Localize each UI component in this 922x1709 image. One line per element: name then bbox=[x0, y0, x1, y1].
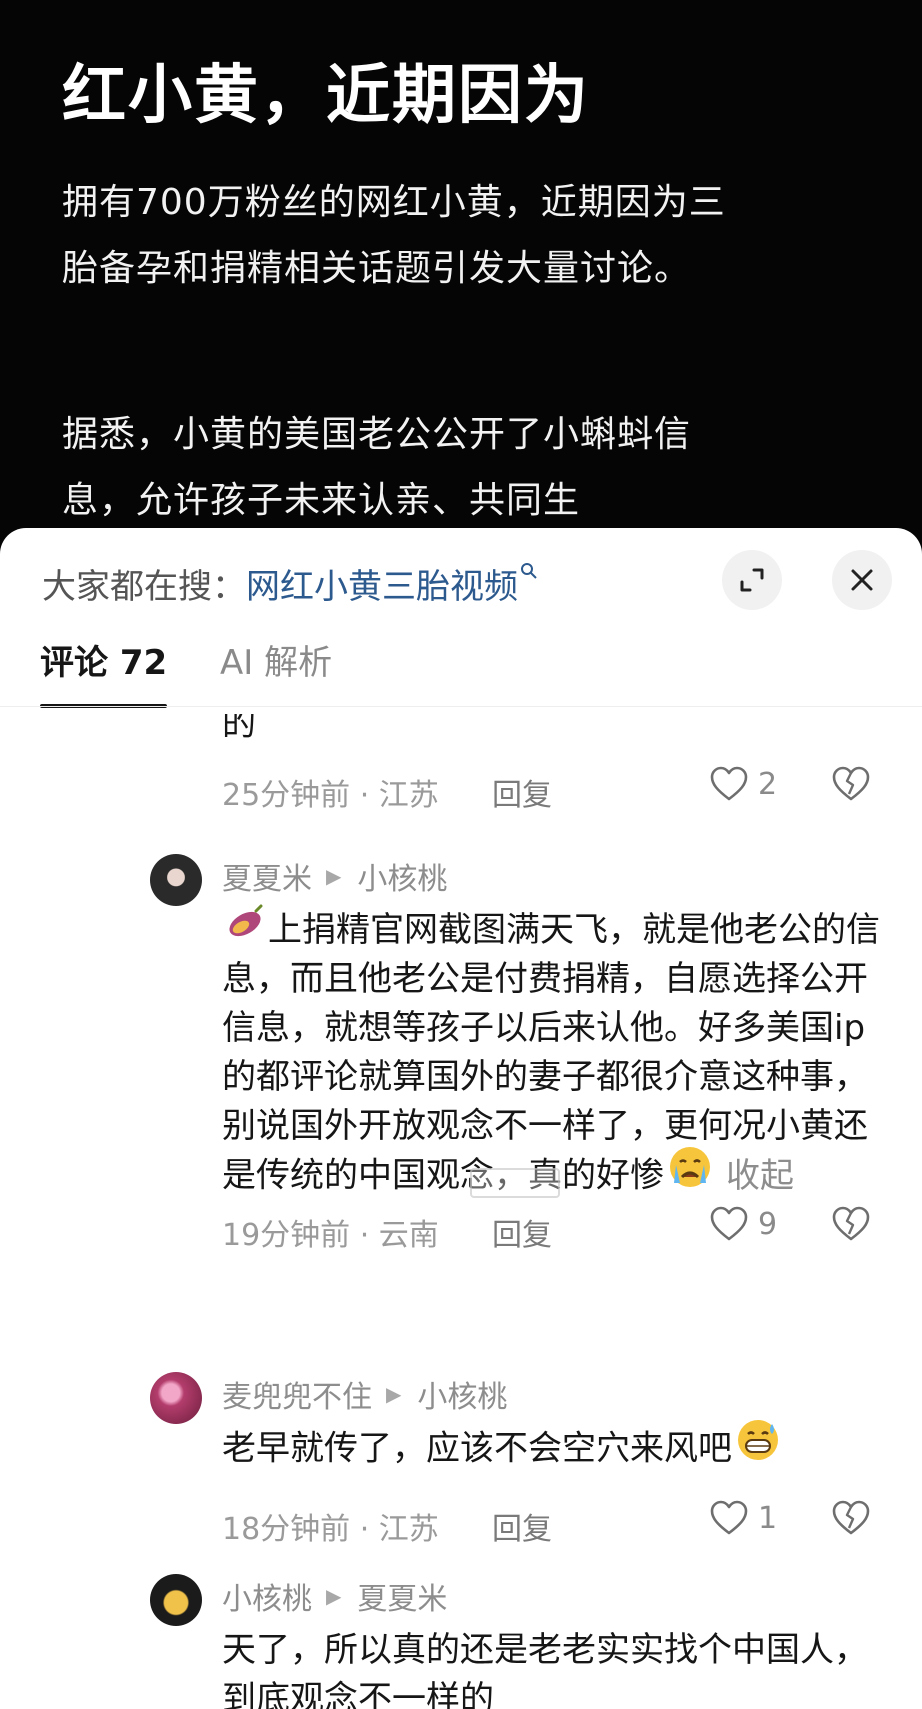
comment-time-location: 18分钟前 · 江苏 bbox=[222, 1512, 439, 1547]
like-count: 1 bbox=[758, 1500, 778, 1536]
expand-button[interactable] bbox=[722, 550, 782, 610]
avatar[interactable] bbox=[150, 1574, 202, 1626]
reply-to-name[interactable]: 夏夏米 bbox=[357, 1574, 447, 1618]
comment-time-location: 19分钟前 · 云南 bbox=[222, 1218, 439, 1253]
collapse-button[interactable]: 收起 bbox=[726, 1156, 794, 1196]
author-name[interactable]: 夏夏米 bbox=[222, 854, 312, 898]
article-paragraph-1: 拥有700万粉丝的网红小黄，近期因为三胎备孕和捐精相关话题引发大量讨论。 bbox=[62, 182, 726, 289]
reply-to-name[interactable]: 小核桃 bbox=[417, 1372, 507, 1416]
comment-text: 老早就传了，应该不会空穴来风吧 bbox=[222, 1420, 892, 1476]
like-button[interactable]: 9 bbox=[710, 1206, 777, 1242]
avatar[interactable] bbox=[150, 1372, 202, 1424]
like-button[interactable]: 1 bbox=[710, 1500, 777, 1536]
dislike-button[interactable] bbox=[832, 1500, 870, 1544]
reply-button[interactable]: 回复 bbox=[492, 1504, 552, 1548]
like-count: 2 bbox=[758, 766, 778, 802]
author-name[interactable]: 小核桃 bbox=[222, 1574, 312, 1618]
broken-heart-icon bbox=[832, 1500, 870, 1535]
search-suggestion-prefix: 大家都在搜： bbox=[42, 566, 246, 607]
article-title: 红小黄，近期因为 bbox=[62, 59, 590, 133]
sweet-potato-emoji bbox=[226, 903, 264, 955]
close-icon bbox=[851, 569, 873, 591]
dislike-button[interactable] bbox=[832, 1206, 870, 1250]
comment-text: 天了，所以真的还是老老实实找个中国人，到底观念不一样的 bbox=[222, 1630, 868, 1709]
like-button[interactable]: 2 bbox=[710, 766, 777, 802]
reply-arrow-icon: ▶ bbox=[326, 1584, 342, 1608]
article-paragraph-2: 据悉，小黄的美国老公公开了小蝌蚪信息，允许孩子未来认亲、共同生 bbox=[62, 414, 692, 521]
tab-ai-label: AI 解析 bbox=[220, 643, 333, 683]
comment-authors: 夏夏米 ▶ 小核桃 bbox=[222, 854, 447, 898]
reply-arrow-icon: ▶ bbox=[326, 864, 342, 888]
grinning-sweat-emoji bbox=[736, 1418, 780, 1476]
text-selection-handle bbox=[470, 1168, 560, 1198]
reply-button[interactable]: 回复 bbox=[492, 770, 552, 814]
comment-time-location: 25分钟前 · 江苏 bbox=[222, 778, 439, 813]
comment-text: 的 bbox=[222, 714, 256, 744]
heart-icon bbox=[710, 1500, 748, 1535]
reply-arrow-icon: ▶ bbox=[386, 1382, 402, 1406]
expand-icon bbox=[740, 568, 764, 592]
avatar[interactable] bbox=[150, 854, 202, 906]
comment-footer: 25分钟前 · 江苏 回复 2 bbox=[222, 764, 902, 814]
heart-icon bbox=[710, 766, 748, 801]
search-icon bbox=[520, 561, 538, 585]
heart-icon bbox=[710, 1206, 748, 1241]
tabs-divider bbox=[0, 706, 922, 707]
broken-heart-icon bbox=[832, 766, 870, 801]
comment-authors: 小核桃 ▶ 夏夏米 bbox=[222, 1574, 447, 1618]
comment-footer: 19分钟前 · 云南 回复 9 bbox=[222, 1204, 902, 1254]
reply-button[interactable]: 回复 bbox=[492, 1210, 552, 1254]
tab-comments-label: 评论 72 bbox=[40, 643, 168, 683]
search-suggestion-link[interactable]: 网红小黄三胎视频 bbox=[246, 559, 518, 608]
crying-face-emoji bbox=[668, 1145, 712, 1203]
search-suggestion[interactable]: 大家都在搜： 网红小黄三胎视频 bbox=[42, 558, 538, 608]
reply-to-name[interactable]: 小核桃 bbox=[357, 854, 447, 898]
tab-ai-analysis[interactable]: AI 解析 bbox=[220, 638, 332, 708]
author-name[interactable]: 麦兜兜不住 bbox=[222, 1372, 372, 1416]
broken-heart-icon bbox=[832, 1206, 870, 1241]
article-background: 红小黄，近期因为 拥有700万粉丝的网红小黄，近期因为三胎备孕和捐精相关话题引发… bbox=[0, 0, 922, 560]
comment-footer: 18分钟前 · 江苏 回复 1 bbox=[222, 1498, 902, 1548]
comment-text: 上捐精官网截图满天飞，就是他老公的信息，而且他老公是付费捐精，自愿选择公开信息，… bbox=[222, 903, 892, 1203]
dislike-button[interactable] bbox=[832, 766, 870, 810]
comment-authors: 麦兜兜不住 ▶ 小核桃 bbox=[222, 1372, 507, 1416]
close-button[interactable] bbox=[832, 550, 892, 610]
comment-tabs: 评论 72 AI 解析 bbox=[0, 638, 922, 708]
tab-comments[interactable]: 评论 72 bbox=[40, 638, 168, 708]
like-count: 9 bbox=[758, 1206, 778, 1242]
